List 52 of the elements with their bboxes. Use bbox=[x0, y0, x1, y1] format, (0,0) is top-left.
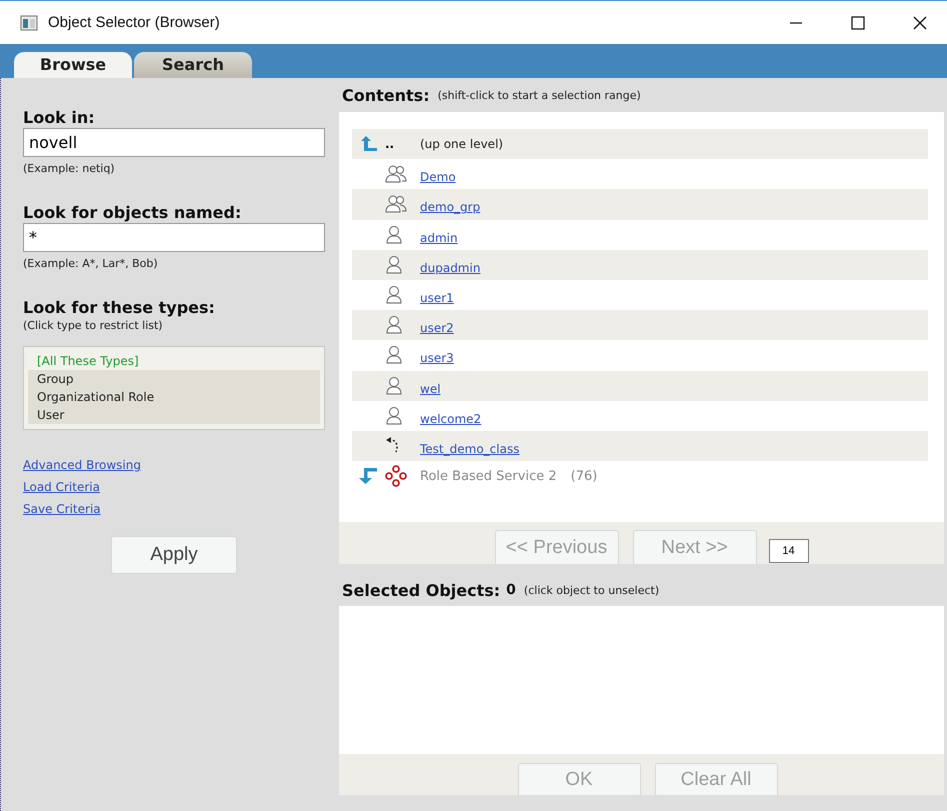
user-icon bbox=[385, 406, 403, 426]
maximize-icon[interactable] bbox=[851, 16, 865, 30]
down-arrow-icon bbox=[358, 467, 378, 486]
user-icon bbox=[385, 285, 403, 306]
type-item[interactable]: User bbox=[28, 406, 320, 424]
item-link[interactable]: Demo bbox=[420, 170, 456, 184]
hint-text: (Example: netiq) bbox=[23, 162, 116, 175]
hint-text: (Example: A*, Lar*, Bob) bbox=[23, 257, 159, 270]
item-count: (76) bbox=[570, 468, 598, 484]
item-link[interactable]: user2 bbox=[420, 321, 454, 336]
name-field[interactable]: * bbox=[23, 223, 325, 252]
parent-marker: .. bbox=[385, 137, 394, 152]
item-link[interactable]: user3 bbox=[420, 351, 454, 366]
hint-text: (click object to unselect) bbox=[524, 584, 660, 596]
user-icon bbox=[385, 345, 403, 366]
apply-button[interactable]: Apply bbox=[111, 536, 237, 574]
item-link[interactable]: dupadmin bbox=[420, 260, 480, 275]
section-title: Contents: bbox=[342, 86, 430, 104]
item-link[interactable]: user1 bbox=[420, 291, 454, 306]
link[interactable]: Advanced Browsing bbox=[23, 458, 141, 472]
item-label[interactable]: Role Based Service 2 bbox=[420, 468, 557, 484]
group-icon bbox=[385, 164, 407, 184]
tab[interactable]: Search bbox=[134, 52, 252, 78]
window-title: Object Selector (Browser) bbox=[48, 14, 220, 31]
link[interactable]: Save Criteria bbox=[23, 502, 101, 516]
close-icon[interactable] bbox=[913, 16, 927, 30]
tab[interactable]: Browse bbox=[14, 52, 132, 78]
hint-text: (shift-click to start a selection range) bbox=[438, 88, 641, 102]
item-link[interactable]: demo_grp bbox=[420, 200, 480, 214]
user-icon bbox=[385, 315, 403, 336]
user-icon bbox=[385, 376, 403, 396]
item-link[interactable]: Test_demo_class bbox=[420, 442, 520, 456]
user-icon bbox=[385, 254, 403, 275]
role-nodes-icon bbox=[385, 465, 407, 488]
look-in-field[interactable]: novell bbox=[23, 128, 325, 157]
group-icon bbox=[385, 194, 407, 214]
field-label: Look for objects named: bbox=[23, 203, 242, 222]
item-link[interactable]: wel bbox=[420, 382, 441, 396]
app-icon bbox=[20, 14, 38, 30]
type-item[interactable]: Group bbox=[28, 370, 320, 388]
user-icon bbox=[385, 224, 403, 245]
type-item[interactable]: Organizational Role bbox=[28, 388, 320, 406]
page-size-field[interactable]: 14 bbox=[768, 539, 808, 563]
field-label: Look in: bbox=[23, 108, 96, 127]
item-label[interactable]: (up one level) bbox=[420, 137, 504, 152]
item-link[interactable]: welcome2 bbox=[420, 412, 482, 426]
section-label: Look for these types: bbox=[23, 298, 216, 317]
selected-count: 0 bbox=[506, 582, 516, 598]
section-title: Selected Objects: bbox=[342, 580, 500, 600]
link[interactable]: Load Criteria bbox=[23, 480, 100, 494]
hint-text: (Click type to restrict list) bbox=[23, 319, 164, 332]
item-link[interactable]: admin bbox=[420, 230, 458, 245]
